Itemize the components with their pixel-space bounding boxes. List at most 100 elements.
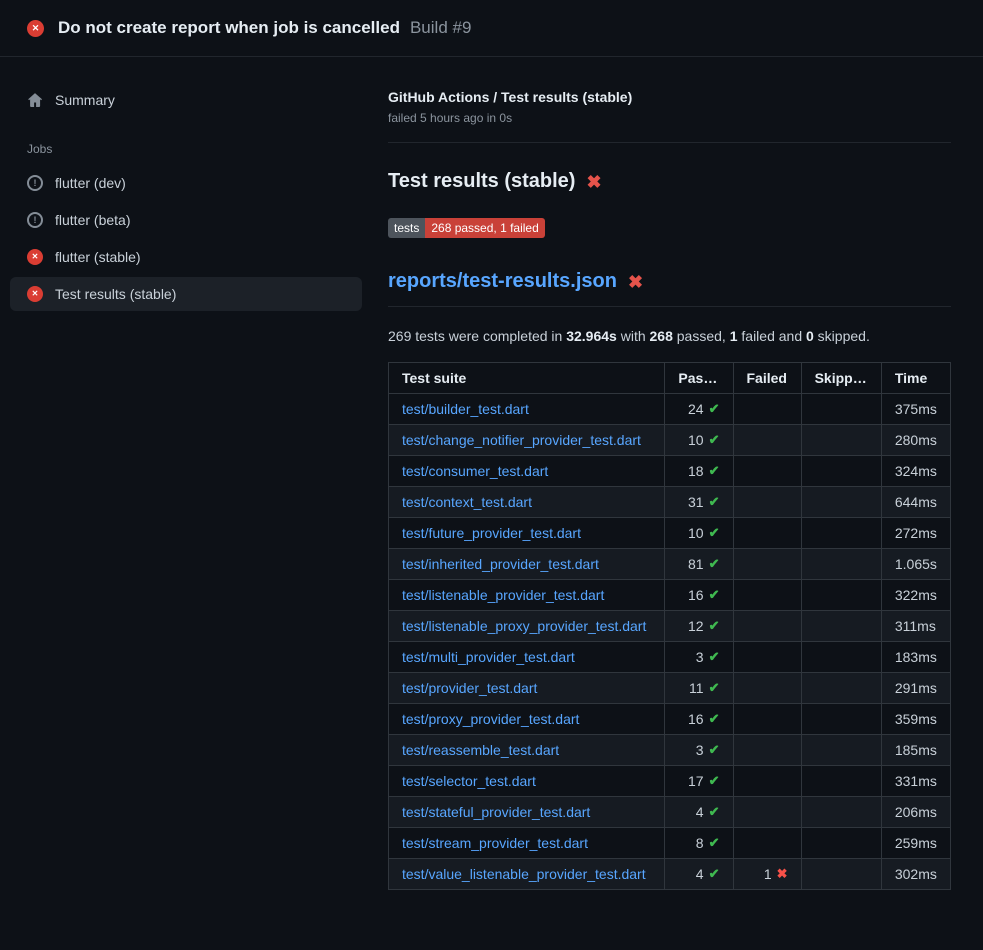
suite-link[interactable]: test/builder_test.dart: [402, 401, 529, 417]
failed-total: 1: [730, 328, 738, 344]
failed-cell: [733, 487, 801, 518]
failed-cell: [733, 766, 801, 797]
results-table-body: test/builder_test.dart 24✔ 375ms test/ch…: [389, 394, 951, 890]
passed-cell: 18✔: [665, 456, 733, 487]
suite-link[interactable]: test/reassemble_test.dart: [402, 742, 559, 758]
suite-link[interactable]: test/listenable_proxy_provider_test.dart: [402, 618, 646, 634]
total-duration: 32.964s: [566, 328, 617, 344]
sidebar-item-summary[interactable]: Summary: [10, 83, 362, 117]
sidebar-item-flutter-beta[interactable]: ! flutter (beta): [10, 203, 362, 237]
suite-link[interactable]: test/multi_provider_test.dart: [402, 649, 575, 665]
check-icon: ✔: [709, 401, 720, 417]
suite-link[interactable]: test/listenable_provider_test.dart: [402, 587, 604, 603]
alert-circle-icon: !: [27, 212, 43, 228]
sidebar-item-flutter-stable[interactable]: ✕ flutter (stable): [10, 240, 362, 274]
check-icon: ✔: [709, 835, 720, 851]
skipped-cell: [801, 394, 881, 425]
passed-count: 81: [688, 556, 704, 572]
passed-total: 268: [650, 328, 673, 344]
table-row: test/value_listenable_provider_test.dart…: [389, 859, 951, 890]
table-row: test/multi_provider_test.dart 3✔ 183ms: [389, 642, 951, 673]
time-cell: 302ms: [881, 859, 950, 890]
suite-link[interactable]: test/change_notifier_provider_test.dart: [402, 432, 641, 448]
passed-count: 31: [688, 494, 704, 510]
suite-link[interactable]: test/stateful_provider_test.dart: [402, 804, 590, 820]
check-icon: ✔: [709, 587, 720, 603]
skipped-cell: [801, 611, 881, 642]
suite-link[interactable]: test/value_listenable_provider_test.dart: [402, 866, 646, 882]
passed-count: 16: [688, 711, 704, 727]
failed-cell: 1✖: [733, 859, 801, 890]
suite-link[interactable]: test/inherited_provider_test.dart: [402, 556, 599, 572]
page-header: ✕ Do not create report when job is cance…: [0, 0, 983, 57]
passed-count: 12: [688, 618, 704, 634]
report-file-link[interactable]: reports/test-results.json: [388, 270, 617, 293]
suite-link[interactable]: test/proxy_provider_test.dart: [402, 711, 579, 727]
check-icon: ✔: [709, 742, 720, 758]
passed-count: 4: [696, 866, 704, 882]
table-row: test/reassemble_test.dart 3✔ 185ms: [389, 735, 951, 766]
divider: [388, 142, 951, 143]
suite-cell: test/value_listenable_provider_test.dart: [389, 859, 665, 890]
badge-label: tests: [388, 218, 425, 238]
table-row: test/builder_test.dart 24✔ 375ms: [389, 394, 951, 425]
x-emoji-icon: ✖: [586, 173, 601, 191]
passed-wrap: 10 ✔: [688, 432, 719, 448]
suite-link[interactable]: test/consumer_test.dart: [402, 463, 548, 479]
suite-cell: test/future_provider_test.dart: [389, 518, 665, 549]
run-status-line: failed 5 hours ago in 0s: [388, 111, 951, 125]
passed-cell: 3✔: [665, 735, 733, 766]
sidebar-item-test-results-stable[interactable]: ✕ Test results (stable): [10, 277, 362, 311]
check-icon: ✔: [709, 463, 720, 479]
suite-cell: test/listenable_provider_test.dart: [389, 580, 665, 611]
passed-wrap: 4✔: [696, 804, 720, 820]
suite-cell: test/listenable_proxy_provider_test.dart: [389, 611, 665, 642]
passed-wrap: 24✔: [688, 401, 719, 417]
time-cell: 280ms: [881, 425, 950, 456]
column-header-passed: Passed: [665, 363, 733, 394]
suite-link[interactable]: test/provider_test.dart: [402, 680, 537, 696]
skipped-cell: [801, 580, 881, 611]
passed-wrap: 12✔: [688, 618, 719, 634]
skipped-cell: [801, 642, 881, 673]
sidebar-item-label: Test results (stable): [55, 286, 176, 302]
passed-count: 8: [696, 835, 704, 851]
passed-cell: 10✔: [665, 518, 733, 549]
table-row: test/stream_provider_test.dart 8✔ 259ms: [389, 828, 951, 859]
suite-cell: test/change_notifier_provider_test.dart: [389, 425, 665, 456]
suite-cell: test/stateful_provider_test.dart: [389, 797, 665, 828]
passed-wrap: 3✔: [696, 742, 720, 758]
time-cell: 259ms: [881, 828, 950, 859]
passed-cell: 4✔: [665, 859, 733, 890]
skipped-cell: [801, 797, 881, 828]
column-header-failed: Failed: [733, 363, 801, 394]
badge-value: 268 passed, 1 failed: [425, 218, 544, 238]
suite-link[interactable]: test/selector_test.dart: [402, 773, 536, 789]
table-header-row: Test suite Passed Failed Skipped Time: [389, 363, 951, 394]
passed-cell: 81✔: [665, 549, 733, 580]
passed-cell: 31✔: [665, 487, 733, 518]
suite-link[interactable]: test/stream_provider_test.dart: [402, 835, 588, 851]
passed-cell: 8✔: [665, 828, 733, 859]
passed-cell: 24✔: [665, 394, 733, 425]
summary-sentence: 269 tests were completed in 32.964s with…: [388, 328, 951, 344]
passed-count: 10: [688, 432, 704, 448]
section-title: Test results (stable): [388, 170, 575, 193]
time-cell: 322ms: [881, 580, 950, 611]
skipped-cell: [801, 425, 881, 456]
passed-wrap: 16✔: [688, 711, 719, 727]
failed-cell: [733, 394, 801, 425]
passed-count: 10: [688, 525, 704, 541]
suite-link[interactable]: test/context_test.dart: [402, 494, 532, 510]
check-icon: ✔: [709, 649, 720, 665]
suite-link[interactable]: test/future_provider_test.dart: [402, 525, 581, 541]
passed-wrap: 18✔: [688, 463, 719, 479]
table-row: test/selector_test.dart 17✔ 331ms: [389, 766, 951, 797]
tests-badge: tests 268 passed, 1 failed: [388, 218, 545, 238]
table-row: test/future_provider_test.dart 10✔ 272ms: [389, 518, 951, 549]
failed-cell: [733, 580, 801, 611]
check-icon: ✔: [709, 773, 720, 789]
check-icon: ✔: [709, 432, 720, 448]
suite-cell: test/multi_provider_test.dart: [389, 642, 665, 673]
sidebar-item-flutter-dev[interactable]: ! flutter (dev): [10, 166, 362, 200]
